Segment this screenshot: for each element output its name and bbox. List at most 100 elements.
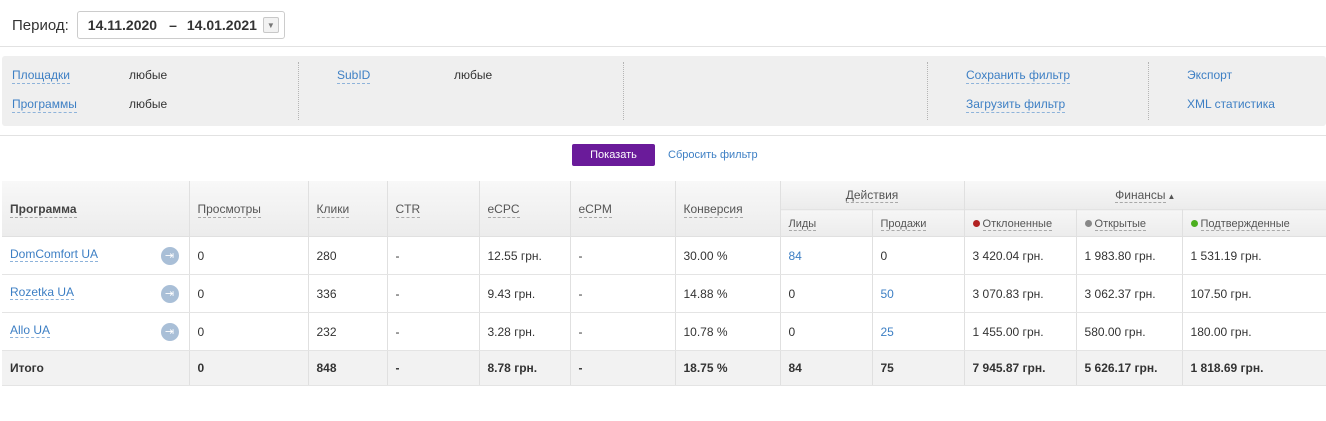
cell-confirmed: 1 531.19 грн. [1182,236,1326,275]
cell-ecpc: 9.43 грн. [479,274,571,313]
cell-ctr: - [387,350,480,386]
leads-link[interactable]: 84 [789,249,802,263]
cell-declined: 7 945.87 грн. [964,350,1077,386]
group-actions[interactable]: Действия [780,181,965,210]
platforms-filter-value: любые [129,68,168,82]
cell-ctr: - [387,312,480,351]
period-label: Период: [12,16,69,34]
cell-confirmed: 107.50 грн. [1182,274,1326,313]
filter-separator [1148,62,1149,120]
sort-up-icon: ▲ [1167,192,1176,201]
declined-dot-icon [972,220,980,227]
period-from: 14.11.2020 [87,17,158,33]
filter-separator [927,62,928,120]
cell-ecpc: 3.28 грн. [479,312,571,351]
cell-sales: 25 [872,312,965,351]
cell-leads: 84 [780,350,873,386]
col-clicks[interactable]: Клики [308,181,388,237]
cell-ecpm: - [570,312,676,351]
cell-ctr: - [387,274,480,313]
cell-conversion: 18.75 % [675,350,781,386]
cell-leads: 0 [780,274,873,313]
col-conversion[interactable]: Конверсия [675,181,781,237]
cell-program: Итого [2,350,190,386]
confirmed-dot-icon [1190,220,1198,227]
col-program[interactable]: Программа [2,181,190,237]
cell-program: Allo UA ⇥ [2,312,190,351]
cell-ecpc: 12.55 грн. [479,236,571,275]
cell-clicks: 336 [308,274,388,313]
filter-panel: Площадки любые Программы любые SubID люб… [2,56,1326,126]
period-dash: – [169,17,177,33]
platforms-filter-link[interactable]: Площадки [12,68,70,84]
save-filter-link[interactable]: Сохранить фильтр [966,68,1071,84]
statistics-table: Программа Просмотры Клики CTR eCPC eCPM … [2,181,1326,386]
sales-link[interactable]: 50 [881,287,894,301]
xml-statistics-link[interactable]: XML статистика [1187,97,1275,112]
load-filter-link[interactable]: Загрузить фильтр [966,97,1066,113]
col-ecpm[interactable]: eCPM [570,181,676,237]
cell-leads: 84 [780,236,873,275]
cell-conversion: 14.88 % [675,274,781,313]
col-open[interactable]: Открытые [1076,209,1183,237]
col-confirmed[interactable]: Подтвержденные [1182,209,1326,237]
cell-conversion: 10.78 % [675,312,781,351]
open-dot-icon [1084,220,1092,227]
cell-ecpm: - [570,274,676,313]
col-views[interactable]: Просмотры [189,181,309,237]
cell-declined: 3 070.83 грн. [964,274,1077,313]
filter-separator [623,62,624,120]
cell-conversion: 30.00 % [675,236,781,275]
login-icon[interactable]: ⇥ [160,246,179,265]
cell-views: 0 [189,350,309,386]
cell-open: 1 983.80 грн. [1076,236,1183,275]
cell-ctr: - [387,236,480,275]
cell-clicks: 848 [308,350,388,386]
cell-views: 0 [189,274,309,313]
cell-views: 0 [189,236,309,275]
program-link[interactable]: DomComfort UA [10,246,99,262]
cell-open: 580.00 грн. [1076,312,1183,351]
cell-ecpc: 8.78 грн. [479,350,571,386]
program-link[interactable]: Rozetka UA [10,284,75,300]
col-leads[interactable]: Лиды [780,209,873,237]
sales-link[interactable]: 25 [881,325,894,339]
cell-ecpm: - [570,350,676,386]
group-finance[interactable]: Финансы ▲ [964,181,1326,210]
chevron-down-icon[interactable]: ▼ [262,17,279,33]
export-link[interactable]: Экспорт [1187,68,1232,83]
cell-declined: 1 455.00 грн. [964,312,1077,351]
cell-program: DomComfort UA ⇥ [2,236,190,275]
cell-sales: 50 [872,274,965,313]
programs-filter-value: любые [129,97,168,111]
col-ecpc[interactable]: eCPC [479,181,571,237]
cell-clicks: 280 [308,236,388,275]
cell-views: 0 [189,312,309,351]
table-row: Rozetka UA ⇥ 0 336 - 9.43 грн. - 14.88 % … [2,274,1326,313]
col-declined[interactable]: Отклоненные [964,209,1077,237]
reset-filter-link[interactable]: Сбросить фильтр [668,149,758,161]
period-date-range[interactable]: 14.11.2020 – 14.01.2021 ▼ [76,11,285,39]
table-row: Allo UA ⇥ 0 232 - 3.28 грн. - 10.78 % 0 2… [2,312,1326,351]
cell-sales: 75 [872,350,965,386]
login-icon[interactable]: ⇥ [160,284,179,303]
cell-program: Rozetka UA ⇥ [2,274,190,313]
subid-filter-link[interactable]: SubID [337,68,371,84]
cell-confirmed: 1 818.69 грн. [1182,350,1326,386]
filter-separator [298,62,299,120]
show-button[interactable]: Показать [572,144,655,166]
divider [0,46,1326,47]
period-selector: Период: 14.11.2020 – 14.01.2021 ▼ [12,10,285,40]
cell-confirmed: 180.00 грн. [1182,312,1326,351]
login-icon[interactable]: ⇥ [160,322,179,341]
cell-leads: 0 [780,312,873,351]
programs-filter-link[interactable]: Программы [12,97,77,113]
col-sales[interactable]: Продажи [872,209,965,237]
program-link[interactable]: Allo UA [10,322,51,338]
cell-open: 3 062.37 грн. [1076,274,1183,313]
col-ctr[interactable]: CTR [387,181,480,237]
period-to: 14.01.2021 [186,17,257,33]
total-row: Итого 0 848 - 8.78 грн. - 18.75 % 84 75 … [2,350,1326,386]
cell-clicks: 232 [308,312,388,351]
cell-ecpm: - [570,236,676,275]
